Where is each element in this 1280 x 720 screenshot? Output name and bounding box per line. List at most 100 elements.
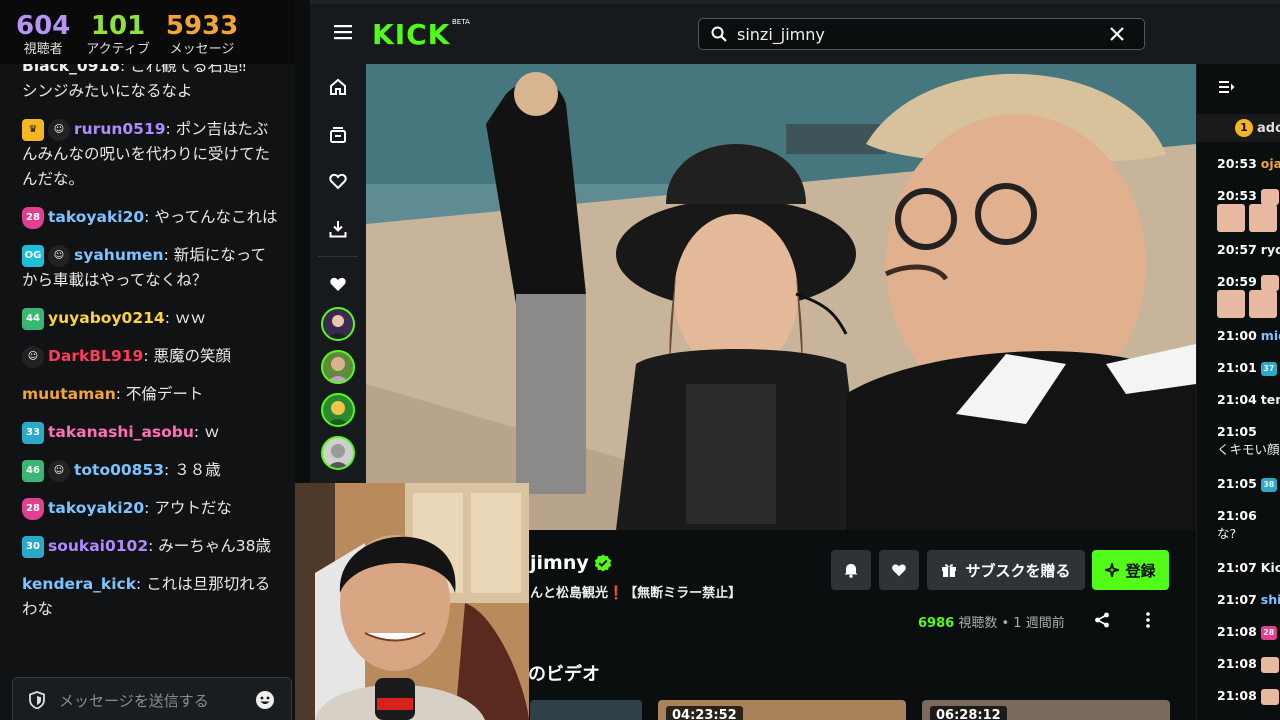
video-thumbnail[interactable]: 04:23:52: [658, 700, 906, 720]
gifter-name: ado: [1257, 120, 1280, 136]
search-input[interactable]: sinzi_jimny: [737, 25, 1110, 44]
followed-channel-avatar[interactable]: [321, 436, 355, 470]
chat-time: 21:01: [1217, 360, 1257, 375]
chat-message: 21:08: [1217, 656, 1279, 673]
active-stat: 101 アクティブ: [86, 0, 150, 64]
overlay-chat-input[interactable]: メッセージを送信する: [12, 677, 292, 720]
sub-badge-icon: 28: [22, 497, 44, 520]
followed-channel-avatar[interactable]: [321, 350, 355, 384]
avatar-badge-icon: ☺: [22, 345, 44, 368]
emote-icon: [1249, 290, 1277, 318]
chat-username[interactable]: shiw: [1261, 592, 1280, 607]
chat-username[interactable]: DarkBL919: [48, 347, 143, 365]
chat-username[interactable]: ryou: [1261, 242, 1280, 257]
view-meta: 6986 視聴数 • 1 週間前: [918, 612, 1065, 631]
search-field[interactable]: sinzi_jimny: [698, 18, 1145, 50]
chat-message: 21:07 shiw: [1217, 592, 1280, 607]
overlay-chat-panel: 604 視聴者 101 アクティブ 5933 メッセージ Black_0918:…: [0, 0, 295, 720]
chat-message: 21:0137n: [1217, 360, 1280, 376]
notification-button[interactable]: [831, 550, 871, 590]
search-icon: [711, 26, 727, 42]
verified-icon: [594, 554, 612, 572]
nav-divider: [318, 256, 358, 257]
chat-username[interactable]: soukai0102: [48, 537, 148, 555]
videos-heading: のビデオ: [528, 664, 600, 685]
emote-icon: [1217, 204, 1245, 232]
hamburger-menu-icon[interactable]: [334, 24, 352, 40]
chat-username[interactable]: syahumen: [74, 246, 164, 264]
chat-username[interactable]: toto00853: [74, 461, 164, 479]
chat-username[interactable]: ojag: [1261, 156, 1280, 171]
chat-time: 21:00: [1217, 328, 1257, 343]
chat-time: 21:08: [1217, 624, 1257, 639]
chat-message: 21:05 くキモい顔: [1217, 424, 1280, 458]
emote-icon: [1260, 688, 1279, 705]
video-player[interactable]: [366, 64, 1196, 530]
chat-username[interactable]: yuyaboy0214: [48, 309, 165, 327]
logo-beta-badge: BETA: [452, 18, 470, 26]
share-icon[interactable]: [1094, 612, 1110, 628]
chat-text: な?: [1217, 526, 1237, 541]
followed-channel-avatar[interactable]: [321, 307, 355, 341]
video-thumbnail[interactable]: [530, 700, 642, 720]
chat-message: 44 yuyaboy0214: ｗｗ: [22, 306, 281, 331]
gift-sub-label: サブスクを贈る: [965, 561, 1071, 580]
chat-time: 21:07: [1217, 592, 1257, 607]
chat-username[interactable]: muutaman: [22, 385, 116, 403]
webcam-overlay: [295, 483, 529, 720]
streamer-name[interactable]: jimny: [530, 552, 589, 574]
chat-username[interactable]: rurun0519: [74, 120, 166, 138]
sub-badge-icon: 46: [22, 459, 44, 482]
avatar-badge-icon: ☺: [48, 459, 70, 482]
chat-message: シンジみたいになるなよ: [22, 79, 281, 104]
chat-username[interactable]: kendera_kick: [22, 575, 136, 593]
heart-icon[interactable]: [329, 172, 347, 190]
sub-badge-icon: 28: [1260, 625, 1277, 640]
chat-text: みーちゃん38歳: [158, 537, 272, 555]
chat-username[interactable]: mid: [1261, 328, 1280, 343]
chat-input-placeholder: メッセージを送信する: [59, 691, 209, 710]
og-badge-icon: OG: [22, 244, 44, 267]
close-icon[interactable]: [1110, 27, 1124, 41]
chat-message: kendera_kick: これは旦那切れるわな: [22, 575, 271, 618]
chat-message: 28 takoyaki20: アウトだな: [22, 496, 281, 521]
chat-message: ♛ ☺ rurun0519: ポン吉はたぶんみんなの呪いを代わりに受けてたんだな。: [22, 118, 271, 188]
followed-channel-avatar[interactable]: [321, 393, 355, 427]
chat-message: 21:00 mid: [1217, 328, 1280, 343]
chat-username[interactable]: takanashi_asobu: [48, 423, 194, 441]
home-icon[interactable]: [329, 78, 347, 96]
shield-icon[interactable]: [29, 691, 45, 709]
active-count: 101: [90, 11, 146, 41]
chat-username[interactable]: takoyaki20: [48, 208, 144, 226]
sub-badge-icon: 37: [1260, 361, 1277, 376]
chat-message: 33 takanashi_asobu: ｗ: [22, 420, 281, 445]
following-heart-icon: [330, 277, 346, 291]
chat-message: 30 soukai0102: みーちゃん38歳: [22, 534, 281, 559]
gift-sub-button[interactable]: サブスクを贈る: [927, 550, 1085, 590]
browse-icon[interactable]: [329, 126, 347, 144]
top-gifter-bar[interactable]: 1 ado: [1197, 114, 1280, 142]
sub-badge-icon: 28: [22, 206, 44, 229]
chat-text: ３８歳: [174, 461, 221, 479]
video-thumbnail[interactable]: 06:28:12: [922, 700, 1170, 720]
chat-username[interactable]: tent: [1261, 392, 1280, 407]
chat-message: OG ☺ syahumen: 新垢になってから車載はやってなくね？: [22, 244, 266, 289]
download-icon[interactable]: [329, 220, 347, 238]
messages-label: メッセージ: [169, 42, 235, 57]
crown-badge-icon: ♛: [22, 118, 44, 141]
emoji-icon[interactable]: [255, 690, 275, 710]
chat-username[interactable]: Kick: [1261, 560, 1280, 575]
chat-panel: 1 ado 20:53 ojag 20:53 20:57 ryou 20:59 21…: [1196, 64, 1280, 720]
chat-time: 20:59: [1217, 274, 1257, 289]
chat-text: シンジみたいになるなよ: [22, 82, 193, 100]
kick-logo[interactable]: KICK: [372, 18, 450, 51]
sub-badge-icon: 38: [1260, 477, 1277, 492]
chat-time: 21:07: [1217, 560, 1257, 575]
chat-message: 21:04 tent: [1217, 392, 1280, 407]
collapse-chat-icon[interactable]: [1219, 80, 1235, 94]
chat-username[interactable]: takoyaki20: [48, 499, 144, 517]
more-vertical-icon[interactable]: [1146, 612, 1150, 628]
chat-message: 21:06 な?: [1217, 508, 1261, 542]
follow-button[interactable]: [879, 550, 919, 590]
subscribe-button[interactable]: 登録: [1092, 550, 1169, 590]
